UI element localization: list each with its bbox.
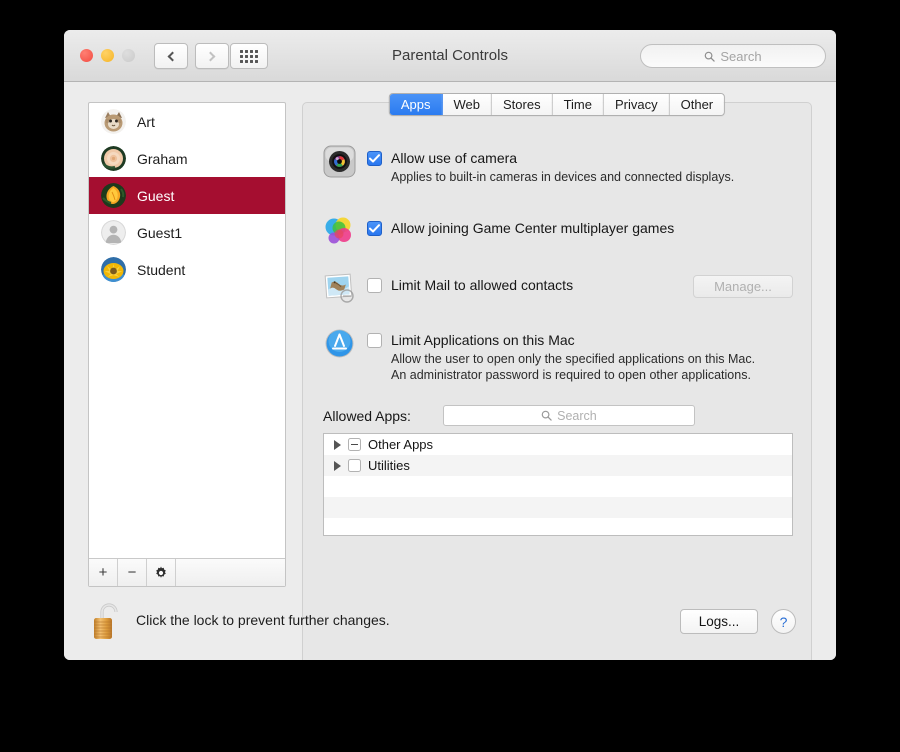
camera-icon <box>323 145 356 178</box>
camera-checkbox-row[interactable]: Allow use of camera <box>367 150 793 166</box>
search-icon <box>705 51 716 62</box>
sidebar-item-label: Art <box>137 113 155 130</box>
bottom-bar: Click the lock to prevent further change… <box>64 587 836 660</box>
game-center-row-body: Allow joining Game Center multiplayer ga… <box>367 215 793 248</box>
sidebar-item-label: Graham <box>137 150 188 167</box>
allowed-apps-label: Allowed Apps: <box>323 407 411 424</box>
applications-label: Limit Applications on this Mac <box>391 332 575 348</box>
avatar <box>101 146 126 171</box>
app-store-icon <box>323 327 356 360</box>
tab-bar: Apps Web Stores Time Privacy Other <box>388 93 726 116</box>
game-center-checkbox[interactable] <box>367 221 382 236</box>
applications-subtext: Allow the user to open only the specifie… <box>391 352 756 382</box>
manage-button[interactable]: Manage... <box>693 275 793 298</box>
search-icon <box>541 410 552 421</box>
list-item-label: Other Apps <box>368 437 434 452</box>
tab-time[interactable]: Time <box>552 94 604 115</box>
camera-checkbox[interactable] <box>367 151 382 166</box>
camera-subtext: Applies to built-in cameras in devices a… <box>391 170 735 184</box>
list-item-empty <box>324 497 792 518</box>
other-apps-checkbox[interactable] <box>348 438 361 451</box>
logs-button[interactable]: Logs... <box>680 609 758 634</box>
sidebar-footer-spacer <box>176 559 285 586</box>
allowed-apps-search-placeholder: Search <box>557 408 597 423</box>
sidebar-footer: + − <box>89 558 285 586</box>
window-body: Art Graham Guest Guest1 Student + − Apps… <box>64 82 836 660</box>
applications-checkbox-row[interactable]: Limit Applications on this Mac <box>367 332 793 348</box>
avatar <box>101 109 126 134</box>
content-panel: Apps Web Stores Time Privacy Other Allow… <box>302 93 812 660</box>
user-sidebar: Art Graham Guest Guest1 Student + − <box>88 102 286 587</box>
add-user-button[interactable]: + <box>89 559 118 586</box>
sidebar-item-label: Student <box>137 261 186 278</box>
sidebar-item-label: Guest <box>137 187 175 204</box>
settings-rows: Allow use of camera Applies to built-in … <box>303 145 811 383</box>
game-center-label: Allow joining Game Center multiplayer ga… <box>391 220 675 236</box>
sidebar-item-guest1[interactable]: Guest1 <box>89 214 285 251</box>
disclosure-triangle-icon[interactable] <box>334 439 341 450</box>
game-center-icon <box>323 215 356 248</box>
avatar <box>101 183 126 208</box>
avatar <box>101 220 126 245</box>
parental-controls-window: Parental Controls Search Art Graham Gues… <box>64 30 836 660</box>
camera-row: Allow use of camera Applies to built-in … <box>303 145 811 185</box>
sidebar-item-art[interactable]: Art <box>89 103 285 140</box>
settings-gear-button[interactable] <box>147 559 176 586</box>
mail-checkbox[interactable] <box>367 278 382 293</box>
list-item[interactable]: Utilities <box>324 455 792 476</box>
applications-row-body: Limit Applications on this Mac Allow the… <box>367 327 793 383</box>
sidebar-item-graham[interactable]: Graham <box>89 140 285 177</box>
sidebar-item-guest[interactable]: Guest <box>89 177 285 214</box>
list-item[interactable]: Other Apps <box>324 434 792 455</box>
tab-web[interactable]: Web <box>442 94 493 115</box>
mail-row: Limit Mail to allowed contacts Manage... <box>303 272 811 305</box>
tab-stores[interactable]: Stores <box>492 94 553 115</box>
mail-label: Limit Mail to allowed contacts <box>391 277 574 293</box>
allowed-apps-search-input[interactable]: Search <box>442 405 695 426</box>
search-input[interactable]: Search <box>640 44 826 68</box>
list-item-empty <box>324 476 792 497</box>
disclosure-triangle-icon[interactable] <box>334 460 341 471</box>
allowed-apps-list[interactable]: Other Apps Utilities <box>323 433 793 536</box>
game-center-checkbox-row[interactable]: Allow joining Game Center multiplayer ga… <box>367 220 793 236</box>
unlocked-padlock-icon[interactable] <box>90 599 126 641</box>
tab-privacy[interactable]: Privacy <box>603 94 670 115</box>
allowed-apps-header: Allowed Apps: Search <box>303 405 811 426</box>
camera-label: Allow use of camera <box>391 150 518 166</box>
applications-row: Limit Applications on this Mac Allow the… <box>303 327 811 383</box>
list-item-label: Utilities <box>368 458 410 473</box>
mail-icon <box>323 272 356 305</box>
help-button[interactable]: ? <box>771 609 796 634</box>
window-titlebar: Parental Controls Search <box>64 30 836 82</box>
sidebar-item-label: Guest1 <box>137 224 183 241</box>
sidebar-item-student[interactable]: Student <box>89 251 285 288</box>
tab-apps[interactable]: Apps <box>389 94 443 115</box>
utilities-checkbox[interactable] <box>348 459 361 472</box>
game-center-row: Allow joining Game Center multiplayer ga… <box>303 215 811 248</box>
lock-message: Click the lock to prevent further change… <box>136 612 390 628</box>
list-item-empty <box>324 518 792 535</box>
remove-user-button[interactable]: − <box>118 559 147 586</box>
avatar <box>101 257 126 282</box>
applications-checkbox[interactable] <box>367 333 382 348</box>
camera-row-body: Allow use of camera Applies to built-in … <box>367 145 793 185</box>
search-placeholder: Search <box>720 48 762 64</box>
tab-other[interactable]: Other <box>669 94 725 115</box>
user-list: Art Graham Guest Guest1 Student <box>89 103 285 558</box>
gear-icon <box>156 566 166 578</box>
